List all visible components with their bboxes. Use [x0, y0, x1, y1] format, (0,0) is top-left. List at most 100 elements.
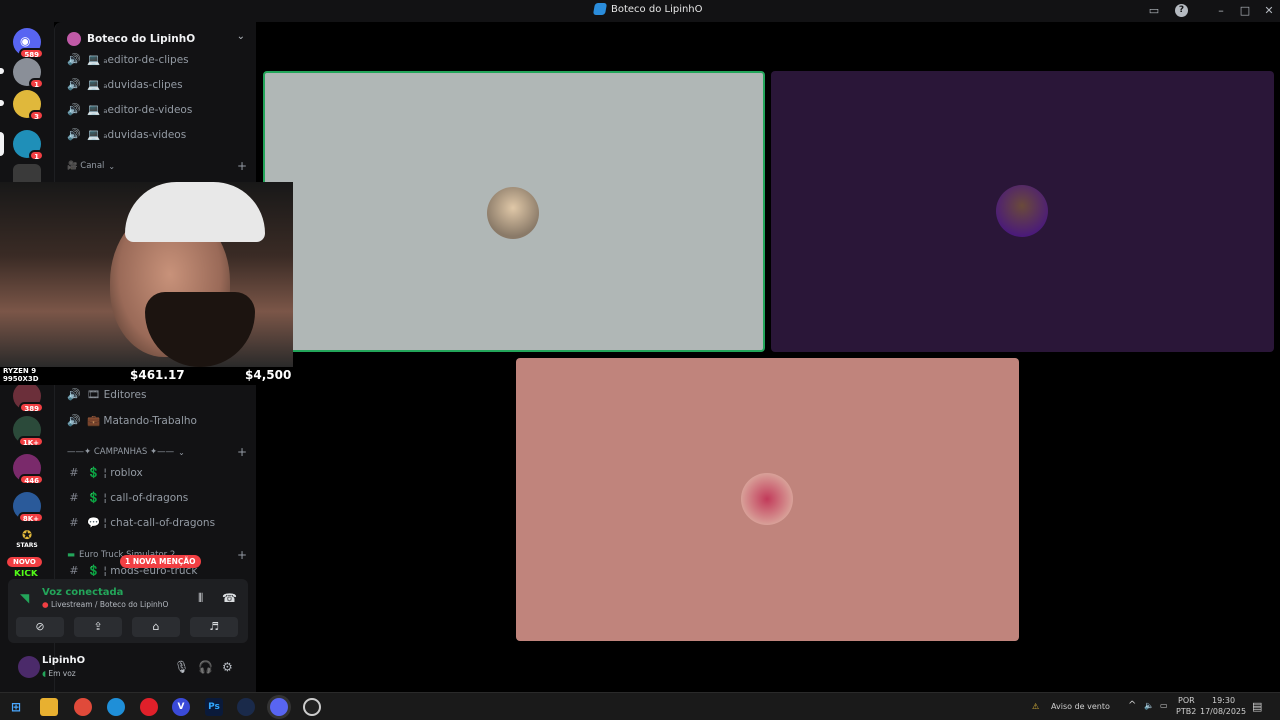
voice-panel: ◥ Voz conectada ● Livestream / Boteco do… — [8, 579, 248, 643]
category-label: ——✦ CAMPANHAS ✦—— — [67, 447, 175, 457]
screen-share-button[interactable]: ⇪ — [74, 617, 122, 637]
voice-channel-icon: 🔊 — [67, 77, 81, 91]
channel-duvidas-clipes[interactable]: 🔊 💻 ₐduvidas-clipes — [67, 74, 247, 94]
tray-chevron-icon[interactable]: ^ — [1128, 700, 1136, 711]
channel-label: 💻 ₐeditor-de-clipes — [87, 53, 189, 66]
stars-server[interactable]: ✪ STARS — [13, 528, 41, 552]
maximize-button[interactable]: □ — [1237, 3, 1253, 19]
discord-taskbar-icon[interactable] — [270, 698, 288, 716]
guild-header[interactable]: Boteco do LipinhO ⌄ — [55, 27, 257, 51]
channel-matando-trabalho[interactable]: 🔊 💼 Matando-Trabalho — [67, 410, 247, 430]
clock-date[interactable]: 17/08/2025 — [1200, 707, 1246, 716]
participant-avatar[interactable] — [487, 187, 539, 239]
camera-off-icon: ⊘ — [35, 620, 45, 633]
server-badge: 3 — [29, 110, 44, 121]
chrome-icon[interactable] — [74, 698, 92, 716]
obs-icon[interactable] — [303, 698, 321, 716]
lang-line-2[interactable]: PTB2 — [1176, 707, 1196, 716]
video-tile-1[interactable] — [263, 71, 765, 352]
cpu-line-2: 9950X3D — [3, 375, 39, 383]
speaker-icon[interactable]: 🔈 — [1144, 701, 1154, 710]
add-channel-icon[interactable]: + — [237, 445, 247, 459]
server-icon-3[interactable]: 1 — [13, 130, 44, 161]
voice-status[interactable]: Voz conectada — [42, 587, 123, 598]
text-channel-icon: # — [69, 465, 79, 479]
add-channel-icon[interactable]: + — [237, 159, 247, 173]
video-tile-2[interactable] — [771, 71, 1274, 352]
channel-roblox[interactable]: # 💲 ¦ roblox — [67, 462, 247, 482]
new-mention-pill[interactable]: 1 NOVA MENÇÃO — [120, 555, 201, 568]
photoshop-icon[interactable]: Ps — [205, 698, 223, 716]
voice-channel-name: Livestream / Boteco do LipinhO — [50, 600, 169, 609]
headphones-icon[interactable]: 🎧 — [198, 660, 213, 674]
channel-editores[interactable]: 🔊 🎞 Editores — [67, 384, 247, 404]
channel-label: 💲 ¦ roblox — [87, 466, 143, 479]
server-badge: 389 — [19, 402, 44, 413]
home-button[interactable]: ◉ 589 — [13, 28, 44, 59]
streamer-cap — [125, 182, 265, 242]
soundboard-button[interactable]: ♬ — [190, 617, 238, 637]
steam-icon[interactable] — [237, 698, 255, 716]
minimize-button[interactable]: – — [1213, 3, 1229, 19]
participant-avatar[interactable] — [741, 473, 793, 525]
lang-line-1[interactable]: POR — [1178, 696, 1195, 705]
disconnect-icon[interactable]: ☎ — [222, 591, 237, 605]
server-icon-1[interactable]: 1 — [13, 58, 44, 89]
signal-icon[interactable]: ◥ — [20, 591, 29, 605]
server-icon-8[interactable]: 8K+ — [13, 492, 44, 523]
participant-avatar[interactable] — [996, 185, 1048, 237]
windows-start-icon[interactable]: ⊞ — [7, 698, 25, 716]
server-icon-7[interactable]: 446 — [13, 454, 44, 485]
overlay-value-2: $4,500 — [245, 368, 292, 382]
channel-editor-de-videos[interactable]: 🔊 💻 ₐeditor-de-videos — [67, 99, 247, 119]
channel-editor-de-clipes[interactable]: 🔊 💻 ₐeditor-de-clipes — [67, 49, 247, 69]
category-canal[interactable]: 🎥 Canal ⌄ + — [67, 159, 247, 173]
warning-icon: ⚠ — [1032, 702, 1040, 711]
weather-text[interactable]: Aviso de vento — [1051, 702, 1110, 711]
server-icon-6[interactable]: 1K+ — [13, 416, 44, 447]
truck-icon: ▬ — [67, 550, 76, 560]
channel-call-of-dragons[interactable]: # 💲 ¦ call-of-dragons — [67, 487, 247, 507]
channel-duvidas-videos[interactable]: 🔊 💻 ₐduvidas-videos — [67, 124, 247, 144]
server-icon-5[interactable]: 389 — [13, 382, 44, 413]
kick-server[interactable]: KICK — [14, 570, 38, 578]
guild-icon — [67, 32, 81, 46]
file-explorer-icon[interactable] — [40, 698, 58, 716]
unread-pill — [0, 68, 4, 74]
help-icon[interactable]: ? — [1175, 4, 1188, 17]
server-icon-2[interactable]: 3 — [13, 90, 44, 121]
server-badge: 1K+ — [17, 436, 44, 447]
channel-chat-call-of-dragons[interactable]: # 💬 ¦ chat-call-of-dragons — [67, 512, 247, 532]
unread-pill — [0, 100, 4, 106]
guild-name: Boteco do LipinhO — [87, 33, 196, 45]
webcam-overlay — [0, 182, 293, 367]
settings-gear-icon[interactable]: ⚙ — [222, 660, 233, 674]
microphone-icon[interactable]: 🎙 — [174, 660, 189, 674]
window-title-text: Boteco do LipinhO — [611, 3, 703, 15]
category-campanhas[interactable]: ——✦ CAMPANHAS ✦—— ⌄ + — [67, 445, 247, 459]
opera-icon[interactable] — [140, 698, 158, 716]
chevron-down-icon[interactable]: ⌄ — [237, 31, 245, 42]
close-button[interactable]: ✕ — [1261, 3, 1277, 19]
user-status-text: Em voz — [48, 669, 76, 678]
window-title: Boteco do LipinhO — [592, 3, 703, 15]
taskbar: ⊞ V Ps ⚠ Aviso de vento ^ 🔈 ▭ POR PTB2 1… — [0, 692, 1280, 720]
clock-time[interactable]: 19:30 — [1212, 696, 1235, 705]
notifications-icon[interactable]: ▤ — [1252, 700, 1262, 713]
screen-share-icon: ⇪ — [93, 620, 103, 633]
add-channel-icon[interactable]: + — [237, 548, 247, 562]
camera-button[interactable]: ⊘ — [16, 617, 64, 637]
activity-button[interactable]: ⌂ — [132, 617, 180, 637]
video-tile-3[interactable] — [516, 358, 1019, 641]
voice-channel-icon: 🔊 — [67, 52, 81, 66]
network-icon[interactable]: ▭ — [1160, 701, 1168, 710]
cpu-line-1: RYZEN 9 — [3, 367, 37, 375]
avatar[interactable] — [18, 656, 40, 678]
voice-channel-path[interactable]: ● Livestream / Boteco do LipinhO — [42, 600, 168, 609]
edge-icon[interactable] — [107, 698, 125, 716]
username[interactable]: LipinhO — [42, 655, 85, 666]
vpn-icon[interactable]: V — [172, 698, 190, 716]
noise-suppression-icon[interactable]: ⦀ — [198, 591, 203, 606]
channel-label: 🎞 Editores — [87, 388, 147, 401]
inbox-icon[interactable]: ▭ — [1146, 3, 1162, 19]
